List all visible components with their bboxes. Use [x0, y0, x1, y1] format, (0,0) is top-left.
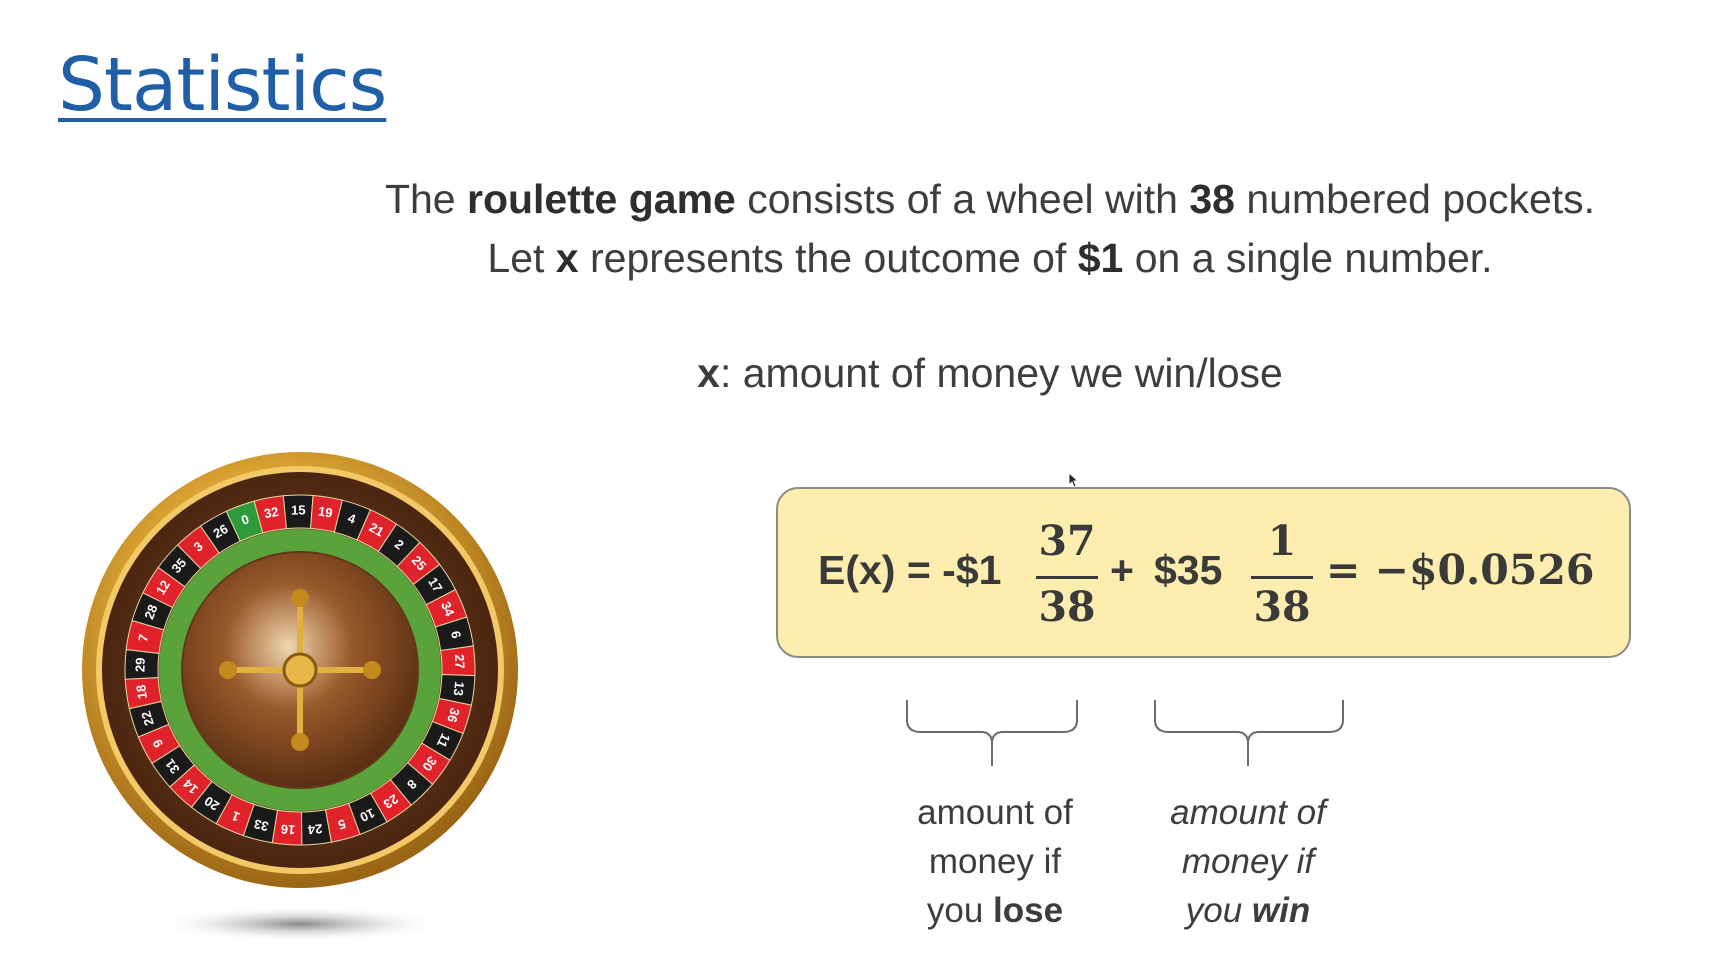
fraction2-bar	[1251, 576, 1313, 579]
fraction1-bar	[1036, 576, 1098, 579]
win-brace-icon	[1154, 700, 1344, 766]
variable-definition: x: amount of money we win/lose	[697, 350, 1283, 396]
formula-plus: +	[1110, 547, 1134, 593]
roulette-wheel-icon: 0 32 15 19 421225173462713361130823105241633…	[82, 452, 518, 942]
wheel-pocket-number: 32	[263, 504, 280, 521]
lose-brace-icon	[906, 700, 1078, 766]
formula-win-amount: $35	[1154, 547, 1223, 593]
mouse-cursor-icon	[1068, 472, 1080, 488]
wheel-pocket-number: 15	[291, 502, 306, 517]
fraction1-numerator: 37	[1038, 517, 1096, 565]
expected-value-formula: E(x) = -$1 37 38 + $35 1 38 = −$0.0526	[776, 487, 1631, 658]
slide-title: Statistics	[58, 42, 387, 128]
wheel-pocket-number: 19	[317, 503, 334, 520]
caption-win: amount of money if you win	[1170, 793, 1326, 930]
fraction2-numerator: 1	[1267, 517, 1297, 565]
wheel-pocket-number: 18	[133, 684, 150, 700]
wheel-pocket-number: 29	[132, 657, 147, 672]
fraction1-denominator: 38	[1038, 583, 1096, 631]
wheel-pocket-number: 13	[451, 681, 468, 697]
wheel-pocket-number: 27	[452, 654, 468, 669]
intro-line-2: Let x represents the outcome of $1 on a …	[487, 235, 1493, 281]
formula-result: = −$0.0526	[1326, 546, 1595, 594]
wheel-pocket-number: 16	[280, 822, 296, 838]
intro-text: The roulette game consists of a wheel wi…	[300, 170, 1680, 288]
fraction2-denominator: 38	[1253, 583, 1311, 631]
variable-name: x	[697, 350, 720, 396]
caption-lose: amount of money if you lose	[917, 793, 1073, 930]
formula-lhs: E(x) = -$1	[818, 547, 1002, 593]
intro-line-1: The roulette game consists of a wheel wi…	[384, 176, 1596, 222]
wheel-pocket-number: 24	[307, 821, 324, 837]
